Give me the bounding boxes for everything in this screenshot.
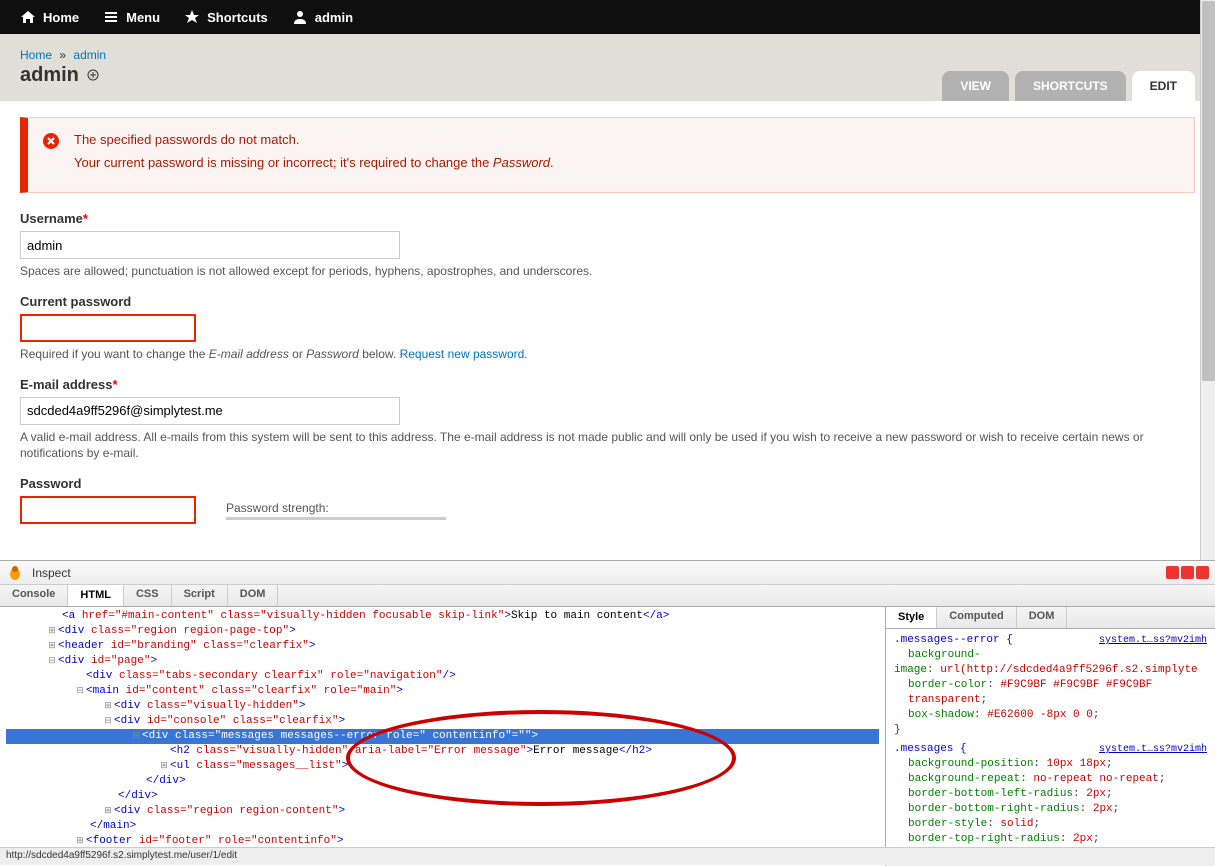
toolbar-menu-label: Menu bbox=[126, 10, 160, 25]
inspector-detach-button[interactable] bbox=[1181, 566, 1194, 579]
primary-tabs: VIEW SHORTCUTS EDIT bbox=[942, 71, 1195, 101]
star-icon bbox=[184, 9, 200, 25]
email-row: E-mail address* A valid e-mail address. … bbox=[20, 377, 1195, 463]
inspector-tab-dom[interactable]: DOM bbox=[228, 585, 279, 606]
email-label: E-mail address* bbox=[20, 377, 1195, 392]
error-messages: The specified passwords do not match. Yo… bbox=[20, 117, 1195, 193]
twisty-icon[interactable]: ⊟ bbox=[102, 714, 114, 729]
firebug-icon[interactable] bbox=[6, 564, 24, 582]
stylesheet-link[interactable]: system.t…ss?mv2imh bbox=[1099, 633, 1207, 648]
toolbar-shortcuts[interactable]: Shortcuts bbox=[172, 0, 280, 34]
inspector-tab-script[interactable]: Script bbox=[172, 585, 228, 606]
inspector-window-controls bbox=[1166, 566, 1209, 579]
selected-dom-node[interactable]: ⊟<div class="messages messages--error ro… bbox=[6, 729, 879, 744]
title-action-icon[interactable] bbox=[87, 64, 99, 87]
username-label: Username* bbox=[20, 211, 1195, 226]
style-tab-dom[interactable]: DOM bbox=[1017, 607, 1068, 628]
toolbar-shortcuts-label: Shortcuts bbox=[207, 10, 268, 25]
breadcrumb-sep: » bbox=[59, 48, 66, 62]
status-bar: http://sdcded4a9ff5296f.s2.simplytest.me… bbox=[0, 847, 1215, 865]
breadcrumb-home[interactable]: Home bbox=[20, 48, 52, 62]
inspector-tabs: Console HTML CSS Script DOM bbox=[0, 585, 1215, 607]
inspector-title: Inspect bbox=[32, 566, 71, 580]
current-password-row: Current password Required if you want to… bbox=[20, 294, 1195, 363]
inspector-tab-css[interactable]: CSS bbox=[124, 585, 172, 606]
inspector-min-button[interactable] bbox=[1166, 566, 1179, 579]
twisty-icon[interactable]: ⊞ bbox=[158, 759, 170, 774]
home-icon bbox=[20, 9, 36, 25]
toolbar-user[interactable]: admin bbox=[280, 0, 365, 34]
tab-edit[interactable]: EDIT bbox=[1132, 71, 1195, 101]
user-icon bbox=[292, 9, 308, 25]
current-password-label: Current password bbox=[20, 294, 1195, 309]
tab-view[interactable]: VIEW bbox=[942, 71, 1009, 101]
inspector-tab-html[interactable]: HTML bbox=[68, 585, 124, 606]
html-tree-pane[interactable]: <a href="#main-content" class="visually-… bbox=[0, 607, 885, 866]
email-desc: A valid e-mail address. All e-mails from… bbox=[20, 429, 1195, 463]
password-strength-bar bbox=[226, 517, 446, 520]
devtools-inspector: Inspect Console HTML CSS Script DOM <a h… bbox=[0, 560, 1215, 865]
username-desc: Spaces are allowed; punctuation is not a… bbox=[20, 263, 1195, 280]
style-tab-computed[interactable]: Computed bbox=[937, 607, 1016, 628]
toolbar-home-label: Home bbox=[43, 10, 79, 25]
error-line-2: Your current password is missing or inco… bbox=[74, 155, 1180, 170]
toolbar-user-label: admin bbox=[315, 10, 353, 25]
admin-toolbar: Home Menu Shortcuts admin bbox=[0, 0, 1215, 34]
current-password-desc: Required if you want to change the E-mai… bbox=[20, 346, 1195, 363]
inspector-tab-console[interactable]: Console bbox=[0, 585, 68, 606]
current-password-input[interactable] bbox=[20, 314, 196, 342]
inspector-header: Inspect bbox=[0, 561, 1215, 585]
password-strength: Password strength: bbox=[226, 501, 446, 520]
password-label: Password bbox=[20, 476, 1195, 491]
page-scrollbar[interactable] bbox=[1200, 0, 1215, 560]
username-row: Username* Spaces are allowed; punctuatio… bbox=[20, 211, 1195, 280]
twisty-icon[interactable]: ⊞ bbox=[46, 624, 58, 639]
style-pane: Style Computed DOM system.t…ss?mv2imh.me… bbox=[885, 607, 1215, 866]
twisty-icon[interactable]: ⊞ bbox=[46, 639, 58, 654]
breadcrumb-current[interactable]: admin bbox=[73, 48, 106, 62]
breadcrumb: Home » admin bbox=[20, 48, 1195, 62]
email-input[interactable] bbox=[20, 397, 400, 425]
main-content: The specified passwords do not match. Yo… bbox=[0, 101, 1215, 527]
stylesheet-link[interactable]: system.t…ss?mv2imh bbox=[1099, 742, 1207, 757]
tab-shortcuts[interactable]: SHORTCUTS bbox=[1015, 71, 1126, 101]
style-rules[interactable]: system.t…ss?mv2imh.messages--error { bac… bbox=[886, 629, 1215, 851]
error-icon bbox=[42, 132, 60, 153]
twisty-icon[interactable]: ⊞ bbox=[102, 699, 114, 714]
request-password-link[interactable]: Request new password bbox=[400, 347, 525, 361]
inspector-close-button[interactable] bbox=[1196, 566, 1209, 579]
password-input[interactable] bbox=[20, 496, 196, 524]
twisty-icon[interactable]: ⊟ bbox=[46, 654, 58, 669]
menu-icon bbox=[103, 9, 119, 25]
style-tab-style[interactable]: Style bbox=[886, 607, 937, 628]
toolbar-menu[interactable]: Menu bbox=[91, 0, 172, 34]
page-header: Home » admin admin VIEW SHORTCUTS EDIT bbox=[0, 34, 1215, 101]
twisty-icon[interactable]: ⊞ bbox=[102, 804, 114, 819]
username-input[interactable] bbox=[20, 231, 400, 259]
toolbar-home[interactable]: Home bbox=[8, 0, 91, 34]
error-line-1: The specified passwords do not match. bbox=[74, 132, 1180, 147]
password-row: Password Password strength: bbox=[20, 476, 1195, 524]
twisty-icon[interactable]: ⊟ bbox=[74, 684, 86, 699]
